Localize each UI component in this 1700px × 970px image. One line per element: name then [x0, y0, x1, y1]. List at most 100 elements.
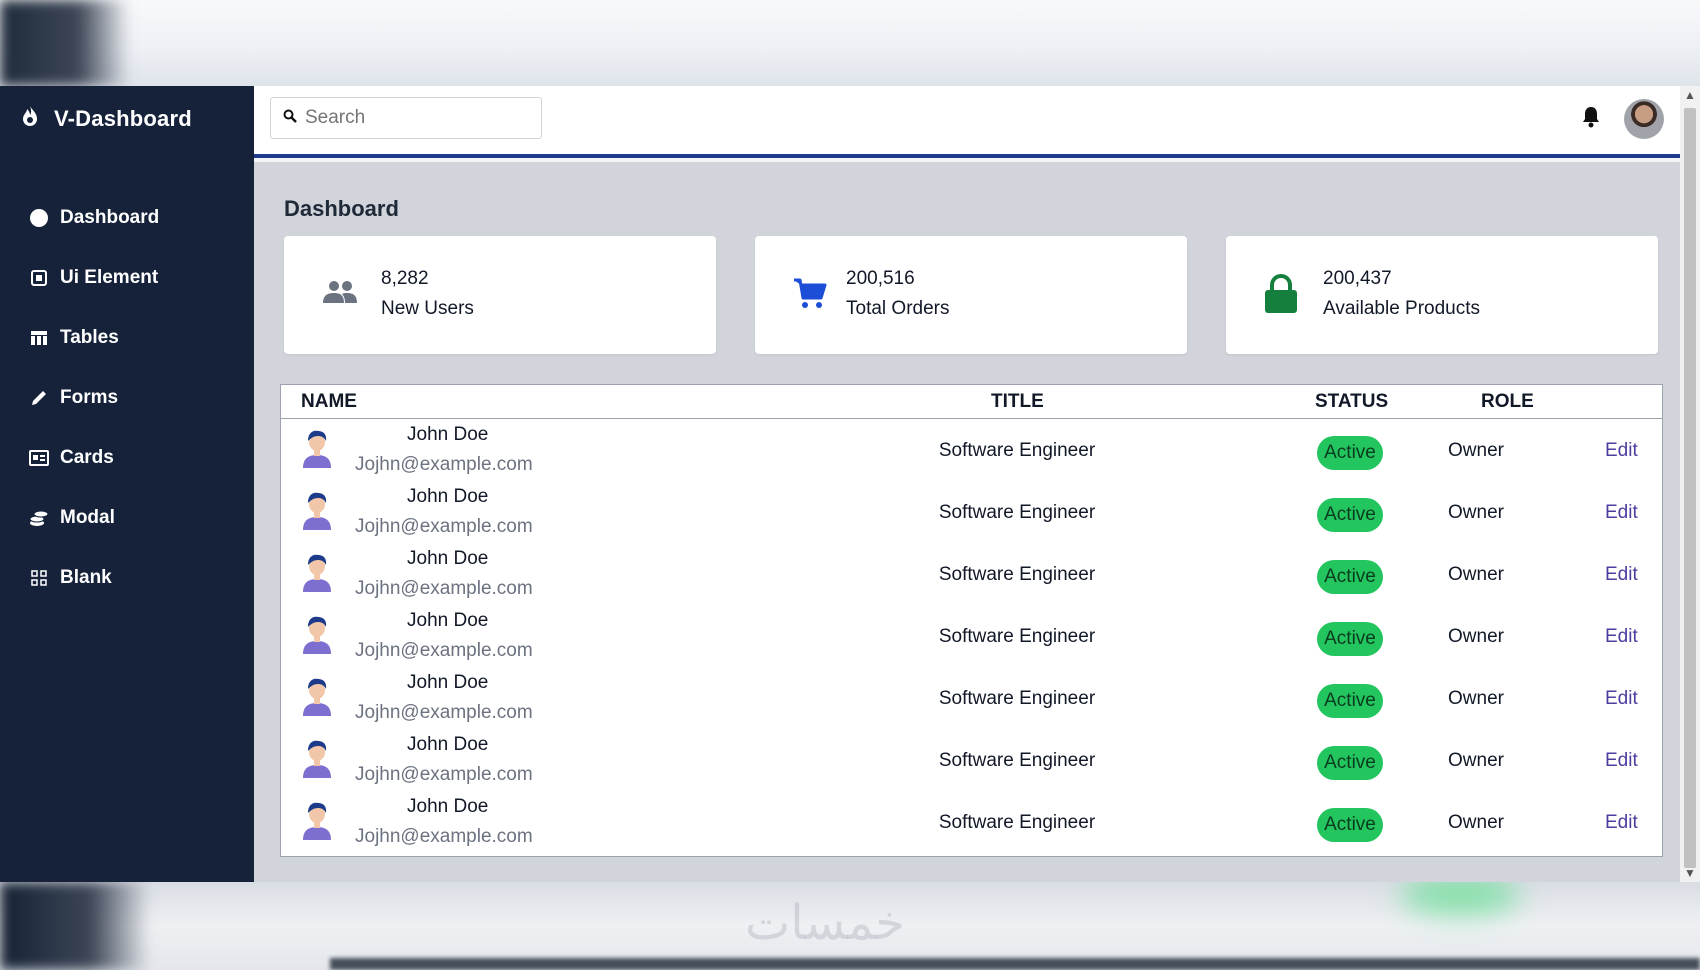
main-content: Dashboard 8,282 New Users 200,516 Total …: [254, 162, 1680, 882]
blurred-bottom-bar: [330, 958, 1700, 970]
user-title: Software Engineer: [938, 440, 1096, 461]
status-badge: Active: [1317, 622, 1383, 656]
column-header-status: STATUS: [1315, 391, 1389, 412]
stat-label: Available Products: [1323, 298, 1481, 319]
stat-label: New Users: [381, 298, 474, 319]
table-row: John Doe Jojhn@example.com Software Engine…: [281, 730, 1662, 792]
users-icon: [322, 280, 358, 309]
id-card-icon: [28, 447, 50, 469]
status-badge: Active: [1317, 808, 1383, 842]
user-email: Jojhn@example.com: [355, 702, 533, 723]
search-icon: [283, 109, 297, 128]
bell-icon[interactable]: [1582, 106, 1600, 133]
sidebar-item-label: Ui Element: [60, 267, 159, 288]
page-title: Dashboard: [284, 196, 399, 221]
lock-icon: [1264, 274, 1298, 319]
user-title: Software Engineer: [938, 564, 1096, 585]
user-avatar-icon: [301, 738, 333, 783]
user-email: Jojhn@example.com: [355, 516, 533, 537]
user-name: John Doe: [407, 734, 489, 755]
edit-link[interactable]: Edit: [1605, 564, 1638, 586]
edit-link[interactable]: Edit: [1605, 626, 1638, 648]
user-role: Owner: [1448, 564, 1504, 585]
status-badge: Active: [1317, 684, 1383, 718]
stat-card-products: 200,437 Available Products: [1226, 236, 1658, 354]
user-email: Jojhn@example.com: [355, 578, 533, 599]
user-avatar-icon: [301, 552, 333, 597]
stat-card-orders: 200,516 Total Orders: [755, 236, 1187, 354]
edit-link[interactable]: Edit: [1605, 812, 1638, 834]
blurred-frame-bottom-left: [0, 882, 150, 970]
user-email: Jojhn@example.com: [355, 640, 533, 661]
table-row: John Doe Jojhn@example.com Software Engine…: [281, 668, 1662, 730]
column-header-name: NAME: [301, 391, 357, 412]
topbar: [254, 86, 1680, 158]
user-role: Owner: [1448, 688, 1504, 709]
user-name: John Doe: [407, 424, 489, 445]
sidebar-item-blank[interactable]: Blank: [28, 548, 159, 608]
user-role: Owner: [1448, 812, 1504, 833]
stat-value: 200,516: [846, 268, 915, 289]
search-box[interactable]: [270, 97, 542, 139]
user-email: Jojhn@example.com: [355, 826, 533, 847]
stat-value: 8,282: [381, 268, 429, 289]
search-input[interactable]: [305, 107, 525, 129]
user-name: John Doe: [407, 610, 489, 631]
stat-label: Total Orders: [846, 298, 950, 319]
sidebar-item-tables[interactable]: Tables: [28, 308, 159, 368]
edit-link[interactable]: Edit: [1605, 688, 1638, 710]
table-row: John Doe Jojhn@example.com Software Engine…: [281, 792, 1662, 854]
column-header-role: ROLE: [1481, 391, 1534, 412]
watermark: خمسات: [745, 895, 906, 951]
status-badge: Active: [1317, 746, 1383, 780]
user-title: Software Engineer: [938, 750, 1096, 771]
user-role: Owner: [1448, 440, 1504, 461]
user-email: Jojhn@example.com: [355, 454, 533, 475]
sidebar-item-label: Cards: [60, 447, 114, 468]
user-avatar-icon: [301, 614, 333, 659]
user-avatar-icon: [301, 490, 333, 535]
page-scrollbar[interactable]: ▲ ▼: [1680, 86, 1700, 882]
user-avatar[interactable]: [1624, 99, 1664, 139]
blurred-frame-top-left: [0, 0, 130, 86]
scroll-down-icon[interactable]: ▼: [1684, 866, 1696, 880]
pencil-icon: [28, 387, 50, 409]
coins-icon: [28, 507, 50, 529]
user-role: Owner: [1448, 750, 1504, 771]
sidebar-item-label: Dashboard: [60, 207, 160, 228]
edit-link[interactable]: Edit: [1605, 750, 1638, 772]
user-avatar-icon: [301, 800, 333, 845]
user-avatar-icon: [301, 428, 333, 473]
table-header: NAME TITLE STATUS ROLE: [281, 385, 1662, 419]
user-role: Owner: [1448, 502, 1504, 523]
component-icon: [28, 267, 50, 289]
sidebar-item-label: Blank: [60, 567, 112, 588]
user-title: Software Engineer: [938, 688, 1096, 709]
sidebar-item-ui-element[interactable]: Ui Element: [28, 248, 159, 308]
status-badge: Active: [1317, 498, 1383, 532]
brand-name: V-Dashboard: [54, 105, 192, 131]
table-row: John Doe Jojhn@example.com Software Engine…: [281, 544, 1662, 606]
user-name: John Doe: [407, 796, 489, 817]
user-title: Software Engineer: [938, 626, 1096, 647]
brand[interactable]: V-Dashboard: [20, 104, 192, 133]
user-name: John Doe: [407, 548, 489, 569]
user-email: Jojhn@example.com: [355, 764, 533, 785]
scroll-thumb[interactable]: [1684, 108, 1696, 868]
blurred-frame-top: [0, 0, 1700, 86]
user-avatar-icon: [301, 676, 333, 721]
sidebar-item-dashboard[interactable]: Dashboard: [28, 188, 159, 248]
sidebar-item-cards[interactable]: Cards: [28, 428, 159, 488]
stat-card-users: 8,282 New Users: [284, 236, 716, 354]
sidebar-item-forms[interactable]: Forms: [28, 368, 159, 428]
sidebar-item-label: Forms: [60, 387, 119, 408]
user-name: John Doe: [407, 486, 489, 507]
stat-value: 200,437: [1323, 268, 1392, 289]
scroll-up-icon[interactable]: ▲: [1684, 88, 1696, 102]
edit-link[interactable]: Edit: [1605, 440, 1638, 462]
table-row: John Doe Jojhn@example.com Software Engine…: [281, 482, 1662, 544]
edit-link[interactable]: Edit: [1605, 502, 1638, 524]
user-title: Software Engineer: [938, 502, 1096, 523]
grid-icon: [28, 567, 50, 589]
sidebar-item-modal[interactable]: Modal: [28, 488, 159, 548]
